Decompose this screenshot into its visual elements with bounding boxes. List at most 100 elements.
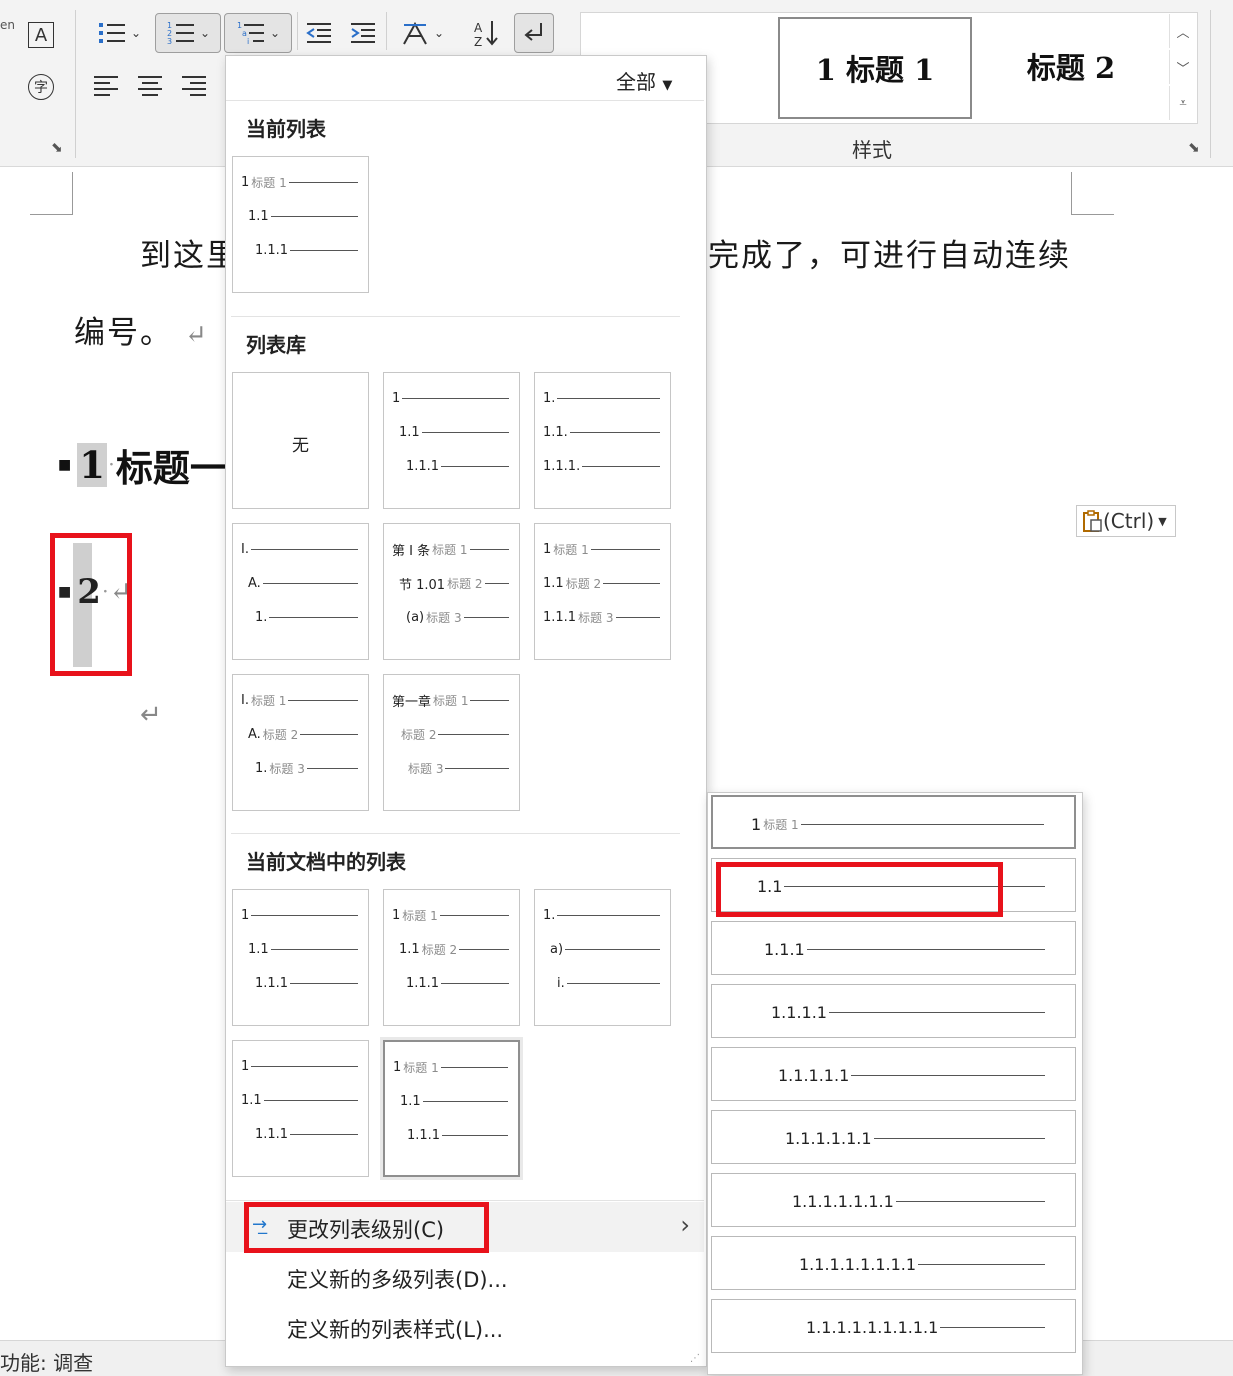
list-style-tile[interactable]: 1 标题 1 1.1 标题 2 1.1.1: [383, 889, 520, 1026]
decrease-indent-button[interactable]: [302, 14, 336, 52]
multilevel-list-button[interactable]: 1ai ⌄: [224, 13, 292, 53]
bullets-button[interactable]: ⌄: [88, 14, 150, 52]
level-number: 1.1.1.: [543, 458, 581, 474]
chevron-down-icon[interactable]: ⌄: [434, 26, 444, 40]
resize-grip-icon[interactable]: ⋰: [690, 1353, 700, 1364]
paragraph-mark-icon: [524, 23, 542, 41]
paste-options-button[interactable]: (Ctrl) ▼: [1076, 505, 1176, 537]
list-level-preview: 1.1.1 标题 3: [543, 609, 660, 625]
preview-line: [569, 431, 660, 433]
increase-indent-button[interactable]: [346, 14, 380, 52]
level-style-name: 标题 1: [553, 542, 589, 557]
list-level-preview: 1: [241, 907, 358, 923]
styles-dialog-launcher-icon[interactable]: ⬊: [1188, 140, 1200, 156]
preview-line: [590, 548, 660, 550]
gallery-scroll-down-icon[interactable]: ﹀: [1169, 50, 1196, 84]
show-hide-marks-button[interactable]: [514, 13, 554, 53]
filter-dropdown[interactable]: 全部 ▼: [616, 66, 672, 95]
svg-text:3: 3: [167, 37, 172, 46]
list-style-tile[interactable]: 1. a) i.: [534, 889, 671, 1026]
list-level-preview: 1.1.1.: [543, 458, 660, 474]
level-number: 1: [241, 1058, 250, 1074]
divider: [231, 833, 680, 834]
preview-line: [806, 948, 1045, 950]
level-number: 1.1: [399, 941, 420, 957]
level-style-name: 标题 1: [763, 817, 799, 832]
level-style-name: 标题 2: [565, 576, 602, 591]
list-level-option[interactable]: 1.1.1.1.1.1.1: [711, 1173, 1076, 1227]
list-style-tile[interactable]: I. A. 1.: [232, 523, 369, 660]
gallery-scroll-up-icon[interactable]: ︿: [1169, 14, 1196, 48]
style-heading-2[interactable]: 标题 2: [981, 17, 1161, 115]
list-style-tile[interactable]: 1 标题 1 1.1 1.1.1: [232, 156, 369, 293]
list-style-tile[interactable]: I. 标题 1 A. 标题 2 1. 标题 3: [232, 674, 369, 811]
list-level-option[interactable]: 1.1.1.1.1.1.1.1: [711, 1236, 1076, 1290]
annotation-highlight-box: [716, 862, 1003, 917]
list-style-tile[interactable]: 1 1.1 1.1.1: [383, 372, 520, 509]
list-style-tile[interactable]: 第 I 条标题 1 节 1.01 标题 2 (a) 标题 3: [383, 523, 520, 660]
list-level-preview: 第一章 标题 1: [392, 692, 509, 710]
list-style-tile[interactable]: 1. 1.1. 1.1.1.: [534, 372, 671, 509]
paste-options-label: (Ctrl): [1103, 509, 1155, 533]
chevron-right-icon: ›: [680, 1211, 690, 1239]
align-left-button[interactable]: [88, 68, 124, 104]
level-number: A.: [248, 726, 261, 742]
list-level-option[interactable]: 1 标题 1: [711, 795, 1076, 849]
level-number: 1: [241, 907, 250, 923]
list-level-option[interactable]: 1.1.1.1: [711, 984, 1076, 1038]
numbering-button[interactable]: 123 ⌄: [155, 13, 221, 53]
align-right-icon: [182, 76, 206, 96]
chinese-layout-button[interactable]: ⌄: [394, 14, 450, 52]
align-right-button[interactable]: [176, 68, 212, 104]
list-style-tile[interactable]: 第一章 标题 1 标题 2 标题 3: [383, 674, 520, 811]
list-library-none-tile[interactable]: 无: [232, 372, 369, 509]
chevron-down-icon[interactable]: ⌄: [270, 26, 280, 40]
list-level-preview: 1 标题 1: [241, 174, 358, 190]
none-label: 无: [292, 436, 309, 456]
list-level-option[interactable]: 1.1.1.1.1.1.1.1.1: [711, 1299, 1076, 1353]
align-center-icon: [138, 76, 162, 96]
gallery-more-icon[interactable]: ⩡: [1169, 86, 1196, 120]
align-center-button[interactable]: [132, 68, 168, 104]
list-level-preview: 第 I 条标题 1: [392, 541, 509, 559]
list-style-tile[interactable]: 1 1.1 1.1.1: [232, 1040, 369, 1177]
font-dialog-launcher-icon[interactable]: ⬊: [51, 140, 63, 156]
define-list-style-menu-item[interactable]: 定义新的列表样式(L)...: [226, 1302, 704, 1352]
document-text-line: 编号。 ↵: [74, 307, 209, 352]
heading-1-paragraph[interactable]: ■ 1 · 标题一: [58, 438, 227, 492]
list-level-option[interactable]: 1.1.1.1.1.1: [711, 1110, 1076, 1164]
list-style-tile[interactable]: 1 1.1 1.1.1: [232, 889, 369, 1026]
sort-button[interactable]: AZ: [468, 14, 504, 52]
list-level-preview: 1 标题 1: [751, 815, 1044, 834]
list-level-preview: 1.1.1.1.1.1.1.1.1: [806, 1318, 1045, 1337]
list-level-preview: 1.1: [399, 424, 509, 440]
chevron-down-icon[interactable]: ⌄: [200, 26, 210, 40]
chevron-down-icon[interactable]: ⌄: [131, 26, 141, 40]
level-style-name: 标题 2: [447, 576, 483, 591]
list-level-option[interactable]: 1.1.1: [711, 921, 1076, 975]
preview-line: [615, 616, 660, 618]
group-separator: [297, 12, 298, 50]
tab-mark-icon: ·: [108, 457, 114, 473]
level-style-name: 标题 3: [578, 610, 614, 625]
define-multilevel-menu-item[interactable]: 定义新的多级列表(D)...: [226, 1252, 704, 1302]
level-number: i.: [557, 975, 565, 991]
divider: [226, 100, 704, 101]
preview-line: [421, 431, 509, 433]
list-level-option[interactable]: 1.1.1.1.1: [711, 1047, 1076, 1101]
style-heading-1[interactable]: 1 标题 1: [778, 17, 972, 119]
level-number: 1.1.1.1.1.1: [785, 1128, 872, 1148]
list-style-tile[interactable]: 1 标题 1 1.1 标题 2 1.1.1 标题 3: [534, 523, 671, 660]
level-number: 1.1.1: [255, 1126, 289, 1142]
preview-line: [445, 767, 509, 769]
character-border-icon[interactable]: A: [24, 18, 58, 52]
level-number: 1: [392, 390, 401, 406]
level-number: 1.1.1: [406, 458, 440, 474]
enclose-characters-icon[interactable]: 字: [24, 70, 58, 104]
ribbon-partial-text: en: [0, 18, 15, 32]
level-number: 1.: [543, 907, 556, 923]
level-number: 1.1: [241, 1092, 262, 1108]
list-level-preview: 1. 标题 3: [255, 760, 358, 776]
list-style-tile[interactable]: 1 标题 1 1.1 1.1.1: [383, 1040, 520, 1177]
level-style-name: 标题 2: [262, 727, 299, 742]
